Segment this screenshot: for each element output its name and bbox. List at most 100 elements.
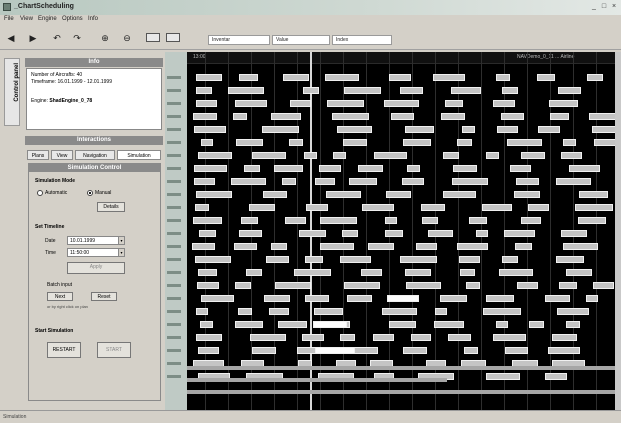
flight-bar[interactable] — [193, 165, 227, 172]
automatic-radio[interactable] — [37, 190, 43, 196]
flight-bar[interactable] — [239, 74, 258, 81]
flight-bar[interactable] — [439, 295, 467, 302]
flight-bar[interactable] — [451, 87, 481, 94]
vertical-scrollbar[interactable] — [615, 52, 621, 410]
flight-bar[interactable] — [319, 243, 354, 250]
flight-bar[interactable] — [463, 347, 479, 354]
flight-bar[interactable] — [347, 295, 372, 302]
flight-bar[interactable] — [458, 256, 480, 263]
flight-bar[interactable] — [485, 373, 521, 380]
flight-bar[interactable] — [349, 178, 377, 185]
flight-bar[interactable] — [193, 178, 216, 185]
flight-bar[interactable] — [196, 100, 218, 107]
flight-bar[interactable] — [266, 256, 289, 263]
forward-arrow-icon[interactable]: ▶ — [26, 31, 40, 45]
flight-bar[interactable] — [513, 191, 540, 198]
flight-bar[interactable] — [344, 282, 381, 289]
flight-bar[interactable] — [198, 269, 218, 276]
flight-bar[interactable] — [263, 295, 290, 302]
flight-bar[interactable] — [510, 165, 531, 172]
flight-bar[interactable] — [383, 100, 419, 107]
flight-bar[interactable] — [283, 74, 309, 81]
menu-engine[interactable]: Engine — [38, 16, 57, 22]
back-arrow-icon[interactable]: ◀ — [4, 31, 18, 45]
close-icon[interactable]: × — [610, 3, 618, 11]
flight-bar[interactable] — [271, 243, 287, 250]
flight-bar[interactable] — [456, 139, 473, 146]
flight-bar[interactable] — [520, 217, 541, 224]
flight-bar[interactable] — [249, 334, 287, 341]
flight-bar[interactable] — [285, 217, 306, 224]
flight-bar[interactable] — [562, 139, 576, 146]
flight-bar[interactable] — [405, 126, 434, 133]
tab-navigation[interactable]: Navigation — [75, 150, 115, 160]
flight-bar[interactable] — [263, 191, 288, 198]
flight-bar[interactable] — [557, 308, 589, 315]
flight-bar[interactable] — [358, 165, 383, 172]
flight-bar[interactable] — [566, 321, 580, 328]
flight-bar[interactable] — [555, 178, 591, 185]
flight-bar[interactable] — [234, 243, 257, 250]
flight-bar[interactable] — [443, 152, 460, 159]
flight-bar[interactable] — [340, 256, 371, 263]
date-spinner-icon[interactable]: ▾ — [118, 237, 124, 244]
flight-bar[interactable] — [485, 152, 500, 159]
flight-bar[interactable] — [320, 217, 358, 224]
flight-bar[interactable] — [500, 113, 525, 120]
restart-button[interactable]: RESTART — [47, 342, 81, 358]
flight-bar[interactable] — [406, 282, 441, 289]
flight-bar[interactable] — [391, 113, 415, 120]
flight-bar[interactable] — [492, 100, 516, 107]
inventar-field[interactable]: Inventar — [208, 35, 270, 45]
flight-bar[interactable] — [193, 113, 217, 120]
flight-bar[interactable] — [400, 256, 438, 263]
selected-flight-bar[interactable] — [315, 347, 355, 354]
flight-bar[interactable] — [497, 126, 519, 133]
flight-bar[interactable] — [303, 87, 319, 94]
flight-bar[interactable] — [407, 165, 420, 172]
flight-bar[interactable] — [193, 126, 226, 133]
menu-info[interactable]: Info — [88, 16, 98, 22]
details-button[interactable]: Details — [97, 202, 125, 212]
flight-bar[interactable] — [237, 308, 253, 315]
flight-bar[interactable] — [415, 243, 437, 250]
flight-bar[interactable] — [326, 191, 362, 198]
flight-bar[interactable] — [252, 347, 277, 354]
time-input[interactable]: 11:50:00 ▾ — [67, 248, 125, 257]
flight-bar[interactable] — [503, 230, 536, 237]
manual-radio[interactable] — [87, 190, 93, 196]
flight-bar[interactable] — [344, 87, 381, 94]
flight-bar[interactable] — [240, 217, 258, 224]
flight-bar[interactable] — [244, 165, 261, 172]
flight-bar[interactable] — [382, 308, 417, 315]
flight-bar[interactable] — [304, 152, 318, 159]
flight-bar[interactable] — [434, 321, 464, 328]
next-button[interactable]: Next — [47, 292, 73, 301]
flight-bar[interactable] — [235, 282, 252, 289]
value-field[interactable]: Value — [272, 35, 330, 45]
flight-bar[interactable] — [231, 178, 266, 185]
flight-bar[interactable] — [435, 308, 448, 315]
flight-bar[interactable] — [443, 191, 476, 198]
flight-bar[interactable] — [195, 87, 213, 94]
flight-bar[interactable] — [306, 204, 329, 211]
flight-bar[interactable] — [527, 204, 550, 211]
flight-bar[interactable] — [579, 191, 608, 198]
flight-bar[interactable] — [337, 126, 372, 133]
flight-bar[interactable] — [403, 139, 431, 146]
flight-bar[interactable] — [560, 152, 583, 159]
fit-width-icon[interactable] — [146, 33, 160, 42]
flight-bar[interactable] — [486, 295, 514, 302]
flight-bar[interactable] — [271, 113, 301, 120]
apply-button[interactable]: Apply — [67, 262, 125, 274]
menu-view[interactable]: View — [20, 16, 33, 22]
flight-bar[interactable] — [200, 295, 234, 302]
date-input[interactable]: 10.01.1999 ▾ — [67, 236, 125, 245]
flight-bar[interactable] — [506, 139, 543, 146]
fit-height-icon[interactable] — [166, 33, 180, 42]
maintenance-bar[interactable] — [187, 390, 615, 394]
flight-bar[interactable] — [551, 334, 578, 341]
flight-bar[interactable] — [324, 74, 360, 81]
flight-bar[interactable] — [585, 295, 598, 302]
flight-bar[interactable] — [558, 282, 578, 289]
